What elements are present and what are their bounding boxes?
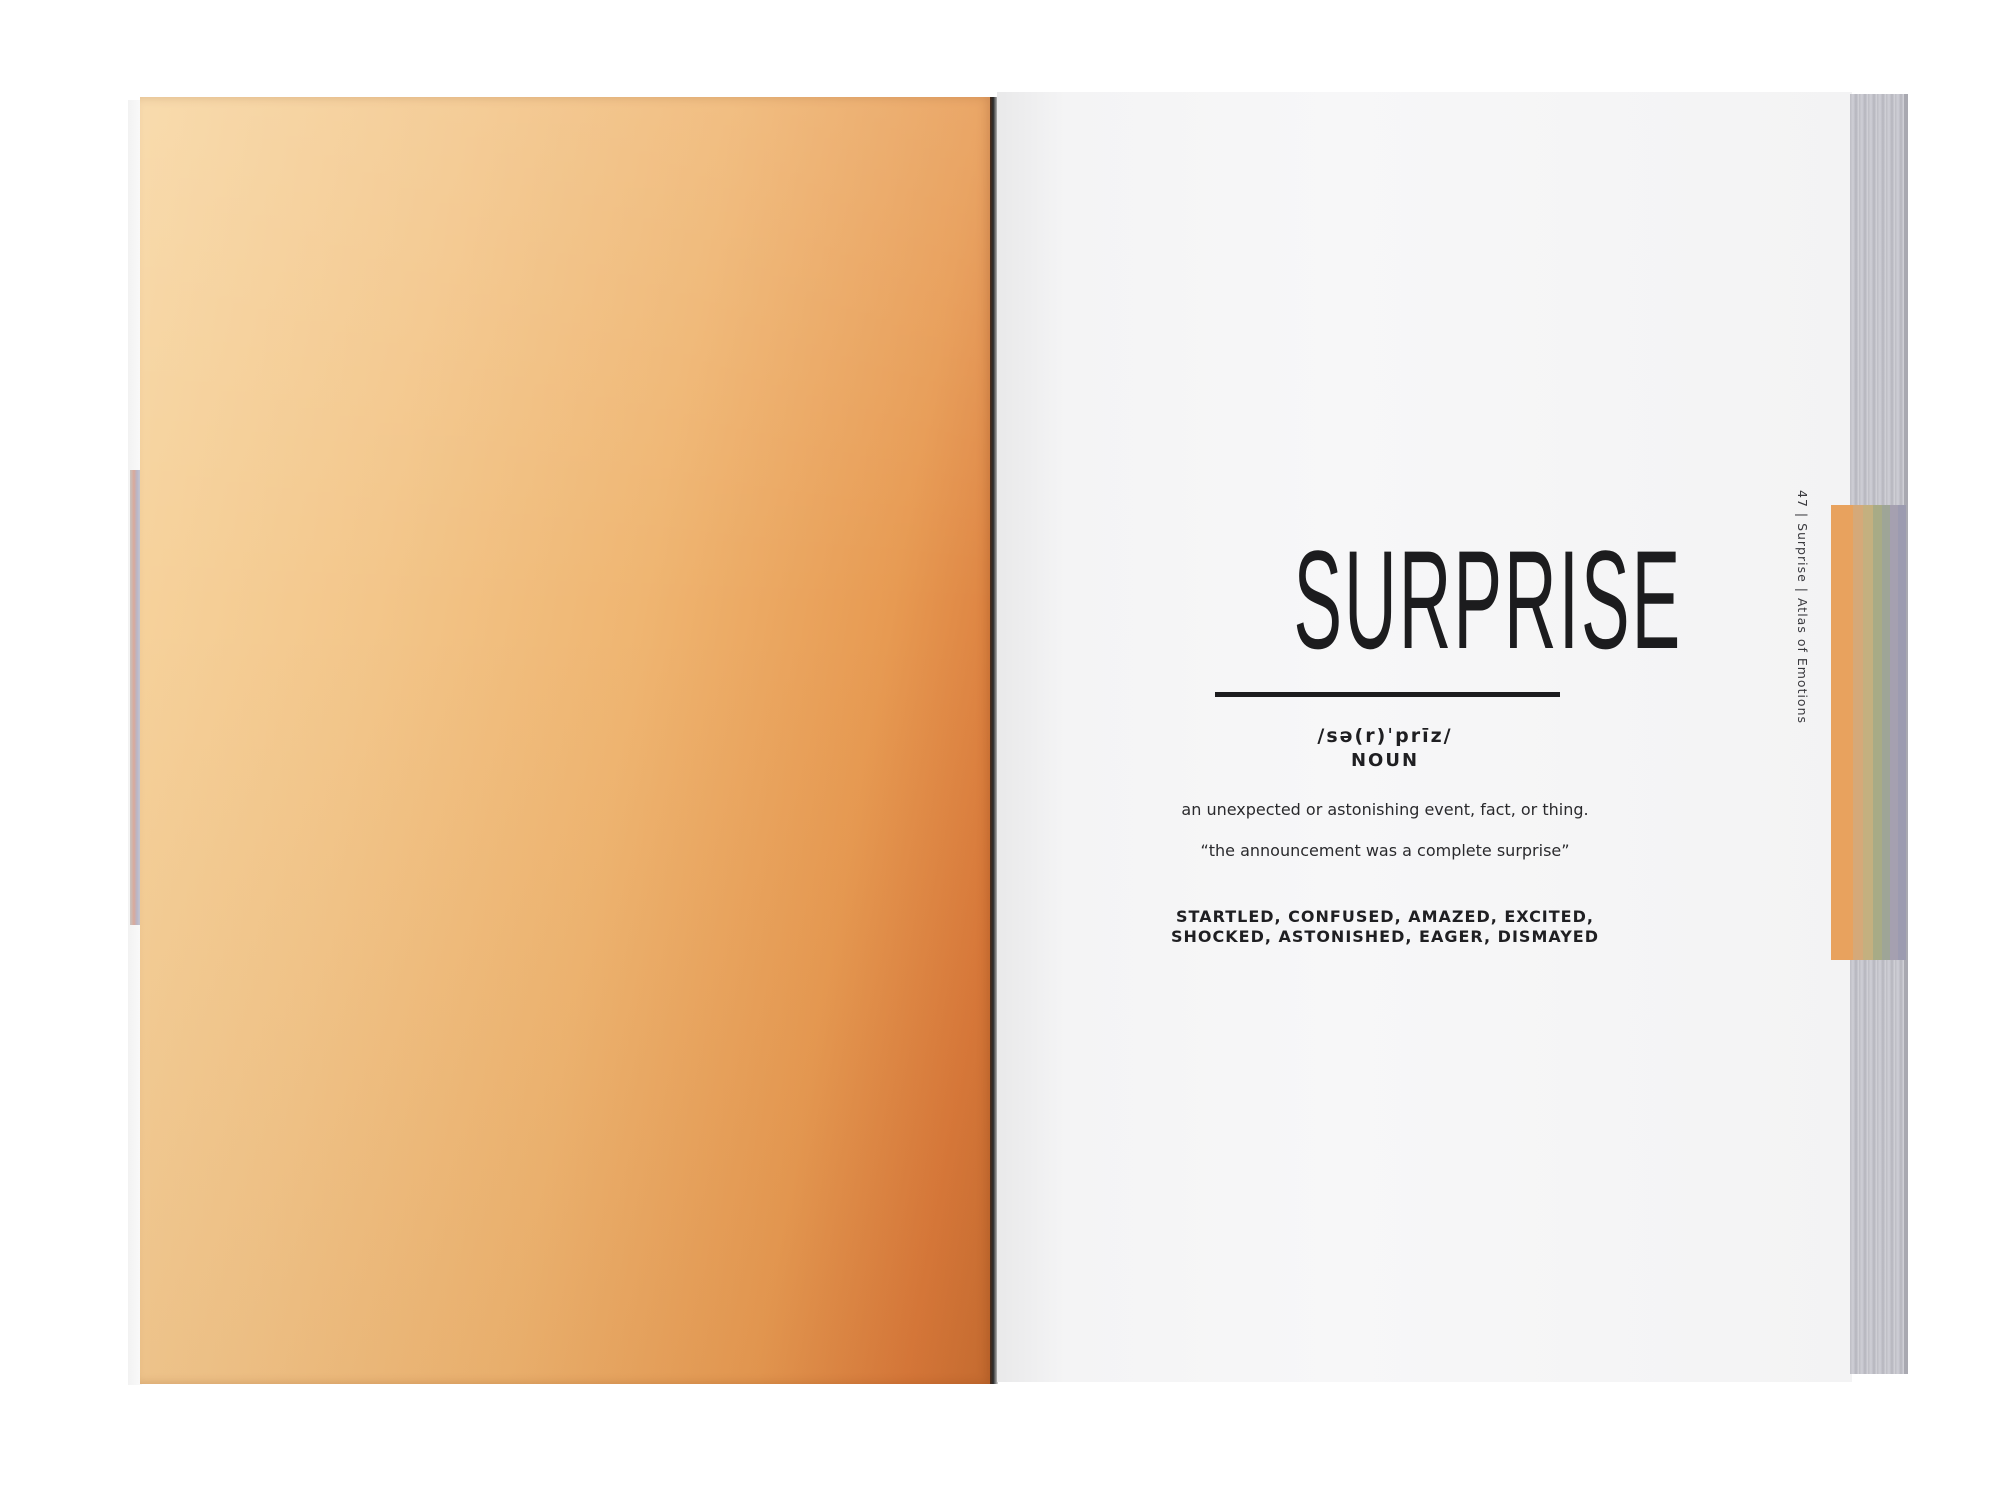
edge-color-tab [1882, 505, 1890, 960]
title-text: SURPRISE [1293, 521, 1683, 678]
synonyms-line-1: STARTLED, CONFUSED, AMAZED, EXCITED, [1176, 907, 1594, 926]
synonyms: STARTLED, CONFUSED, AMAZED, EXCITED, SHO… [1110, 907, 1660, 947]
part-of-speech: NOUN [1350, 750, 1420, 771]
edge-color-tab [1890, 505, 1898, 960]
edge-color-tab [1898, 505, 1906, 960]
edge-color-tab [1863, 505, 1873, 960]
left-edge-color-tab [130, 470, 140, 925]
left-page-orange [140, 97, 993, 1384]
synonyms-line-2: SHOCKED, ASTONISHED, EAGER, DISMAYED [1170, 927, 1600, 946]
edge-color-tabs [1831, 505, 1906, 960]
edge-color-tab [1873, 505, 1882, 960]
example-sentence: “the announcement was a complete surpris… [1200, 841, 1570, 860]
title-underline [1215, 692, 1560, 697]
definition: an unexpected or astonishing event, fact… [1181, 800, 1589, 819]
edge-color-tab [1831, 505, 1853, 960]
pronunciation: /sə(r)ˈprīz/ [1317, 725, 1453, 747]
edge-color-tab [1853, 505, 1863, 960]
page-title: SURPRISE [1293, 517, 1680, 682]
book-spread: SURPRISE /sə(r)ˈprīz/ NOUN an unexpected… [0, 0, 2000, 1500]
running-footer: 47 | Surprise | Atlas of Emotions [1795, 490, 1810, 725]
